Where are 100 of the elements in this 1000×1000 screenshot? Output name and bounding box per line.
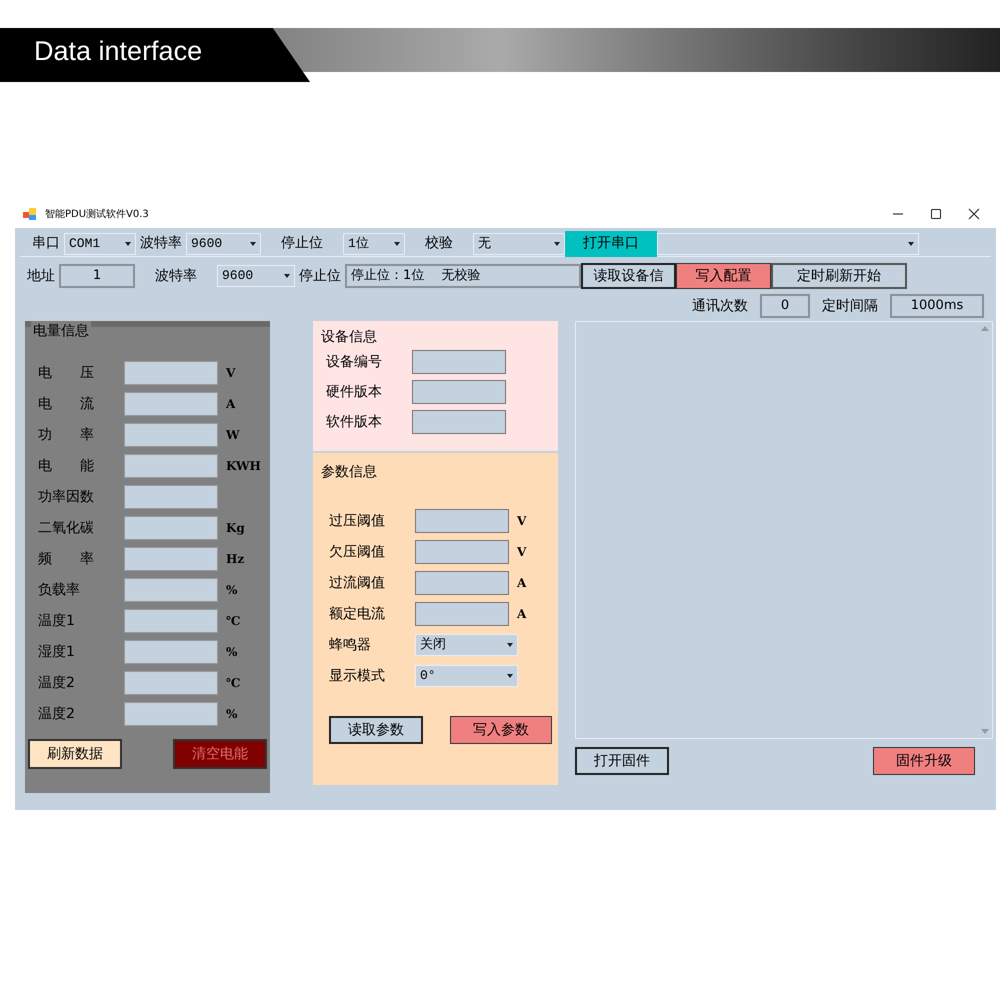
banner-title: Data interface [0, 28, 310, 82]
unit-label: % [226, 644, 238, 661]
field-label: 负载率 [37, 580, 81, 600]
text-field[interactable] [124, 609, 218, 633]
field-label: 额定电流 [328, 604, 386, 624]
field-label: 设备编号 [325, 352, 383, 372]
dropdown-caret-icon [125, 242, 131, 246]
text-field[interactable] [415, 602, 509, 626]
unit-label: A [517, 606, 526, 623]
field-label: 温度2 [37, 704, 76, 724]
field-label: 湿度1 [37, 642, 76, 662]
field-label: 温度2 [37, 674, 76, 692]
panel-title: 参数信息 [321, 464, 377, 480]
unit-label: V [517, 513, 526, 530]
field-label: 欠压阈值 [328, 542, 386, 562]
button[interactable]: 读取设备信 [581, 263, 676, 289]
unit-label: Kg [226, 520, 245, 537]
text-field[interactable]: 1 [59, 264, 135, 288]
unit-label: A [517, 575, 526, 592]
text-field[interactable] [124, 671, 218, 695]
unit-label: ℃ [226, 613, 240, 630]
text-field[interactable]: 0 [760, 294, 810, 318]
text-field[interactable] [124, 392, 218, 416]
text-field[interactable] [124, 454, 218, 478]
text-field[interactable] [124, 640, 218, 664]
text-field[interactable] [124, 578, 218, 602]
dropdown[interactable]: 9600 [217, 265, 295, 287]
text-field[interactable] [124, 485, 218, 509]
panel-title: 设备信息 [321, 329, 377, 345]
text-field[interactable] [415, 540, 509, 564]
text-field[interactable] [124, 423, 218, 447]
field-label: 停止位 [281, 234, 323, 253]
field-label: 显示模式 [328, 666, 386, 686]
field-label: 停止位 [299, 266, 341, 286]
field-label: 串口 [32, 234, 60, 253]
dropdown-caret-icon [394, 242, 400, 246]
maximize-icon[interactable] [930, 208, 942, 220]
field-label: 功率因数 [37, 488, 95, 506]
button[interactable]: 刷新数据 [28, 739, 122, 769]
button[interactable]: 打开固件 [575, 747, 669, 775]
dropdown[interactable]: COM1 [64, 232, 136, 254]
app-icon [23, 208, 37, 220]
unit-label: Hz [226, 551, 244, 568]
button[interactable]: 清空电能 [173, 739, 267, 769]
field-label: 软件版本 [325, 412, 383, 432]
field-label: 校验 [425, 234, 453, 253]
dropdown[interactable]: 1位 [343, 232, 405, 254]
dropdown[interactable]: 无 [473, 232, 565, 254]
field-label: 定时间隔 [822, 296, 878, 316]
button[interactable]: 写入配置 [676, 263, 771, 289]
text-field[interactable]: 停止位：1位 无校验 [345, 264, 581, 288]
unit-label: % [226, 706, 238, 723]
button[interactable]: 定时刷新开始 [771, 263, 907, 289]
text-field[interactable] [415, 571, 509, 595]
dropdown-caret-icon [507, 674, 513, 678]
unit-label: V [517, 544, 526, 561]
field-label: 电 流 [37, 394, 95, 414]
unit-label: V [226, 365, 236, 382]
field-label: 二氧化碳 [37, 518, 95, 538]
dropdown-caret-icon [507, 643, 513, 647]
dropdown-caret-icon [284, 274, 290, 278]
button[interactable]: 读取参数 [329, 716, 423, 744]
field-label: 过流阈值 [328, 574, 386, 592]
field-label: 温度1 [37, 612, 76, 630]
text-field[interactable] [412, 380, 506, 404]
dropdown[interactable]: 0° [415, 665, 518, 687]
close-icon[interactable] [968, 208, 980, 220]
unit-label: A [226, 396, 236, 413]
text-field[interactable] [124, 516, 218, 540]
field-label: 频 率 [37, 550, 95, 568]
field-label: 电 压 [37, 364, 95, 382]
scroll-up-icon[interactable] [981, 326, 989, 331]
button[interactable]: 打开串口 [565, 230, 657, 256]
field-label: 通讯次数 [692, 296, 748, 316]
text-field[interactable] [412, 350, 506, 374]
field-label: 地址 [27, 266, 55, 286]
text-field[interactable] [412, 410, 506, 434]
text-field[interactable]: 1000ms [890, 294, 984, 318]
button[interactable]: 写入参数 [450, 716, 552, 744]
log-area[interactable] [575, 321, 993, 739]
button[interactable]: 固件升级 [873, 747, 975, 775]
field-label: 电 能 [37, 456, 95, 476]
dropdown-caret-icon [250, 242, 256, 246]
unit-label: % [226, 582, 238, 599]
field-label: 波特率 [140, 234, 182, 253]
dropdown[interactable]: 关闭 [415, 634, 518, 656]
scroll-down-icon[interactable] [981, 729, 989, 734]
text-field[interactable] [124, 547, 218, 571]
dropdown-caret-icon [908, 242, 914, 246]
dropdown-caret-icon [554, 242, 560, 246]
text-field[interactable] [124, 361, 218, 385]
text-field[interactable] [124, 702, 218, 726]
unit-label: W [226, 427, 240, 444]
field-label: 硬件版本 [325, 382, 383, 402]
text-field[interactable] [415, 509, 509, 533]
field-label: 波特率 [155, 266, 197, 286]
dropdown[interactable] [657, 232, 919, 254]
unit-label: KWH [226, 458, 261, 475]
field-label: 功 率 [37, 426, 95, 444]
dropdown[interactable]: 9600 [186, 232, 261, 254]
